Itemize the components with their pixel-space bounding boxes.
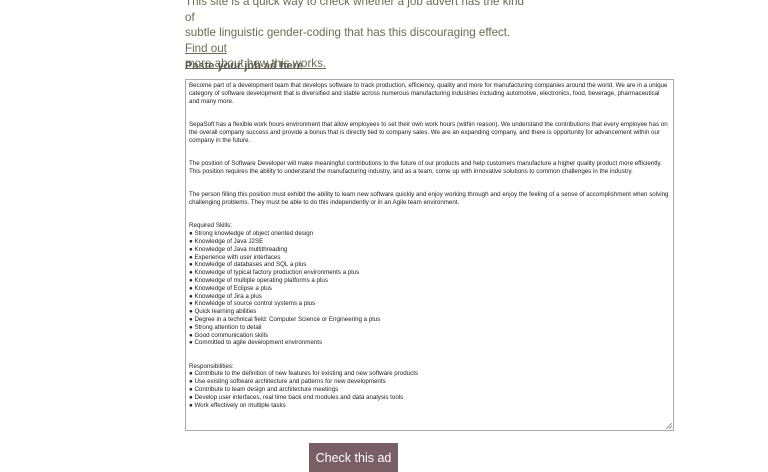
responsibilities-section: Responsibilities: ● Contribute to the de…	[189, 363, 670, 410]
skill-item: ● Good communication skills	[189, 331, 269, 339]
paste-label: Paste your job ad here	[185, 60, 303, 72]
intro-line-1: This site is a quick way to check whethe…	[185, 0, 524, 24]
skill-item: ● Experience with user interfaces	[189, 253, 281, 261]
responsibility-item: ● Contribute to the definition of new fe…	[189, 370, 419, 378]
ad-paragraph: Become part of a development team that d…	[189, 82, 668, 105]
responsibility-item: ● Develop user interfaces, real time bac…	[189, 393, 404, 401]
skill-item: ● Knowledge of Jira a plus	[189, 292, 262, 300]
skill-item: ● Committed to agile development environ…	[189, 339, 323, 347]
skill-item: ● Strong knowledge of object oriented de…	[189, 230, 314, 238]
job-ad-textarea[interactable]: Become part of a development team that d…	[185, 79, 674, 431]
skill-item: ● Knowledge of Java J2SE	[189, 237, 264, 245]
skill-item: ● Quick learning abilities	[189, 308, 257, 316]
responsibility-item: ● Contribute to team design and architec…	[189, 386, 339, 394]
skill-item: ● Degree in a technical field: Computer …	[189, 315, 381, 323]
find-out-more-link[interactable]: Find out	[185, 42, 227, 55]
skill-item: ● Knowledge of databases and SQL a plus	[189, 261, 307, 269]
ad-paragraph: The person filling this position must ex…	[189, 191, 669, 206]
check-ad-button[interactable]: Check this ad	[309, 443, 398, 472]
skill-item: ● Knowledge of Java multithreading	[189, 245, 288, 253]
job-ad-content[interactable]: Become part of a development team that d…	[189, 82, 670, 409]
responsibility-item: ● Work effectively on multiple tasks	[189, 401, 286, 409]
skill-item: ● Knowledge of multiple operating platfo…	[189, 276, 328, 284]
ad-paragraph: The position of Software Developer will …	[189, 159, 662, 175]
skill-item: ● Knowledge of typical factory productio…	[189, 269, 360, 277]
responsibility-item: ● Use existing software architecture and…	[189, 378, 386, 386]
intro-line-2-text: subtle linguistic gender-coding that has…	[185, 26, 511, 39]
intro-line-2: subtle linguistic gender-coding that has…	[185, 25, 530, 56]
skill-item: ● Strong attention to detail	[189, 323, 262, 331]
skill-item: ● Knowledge of Eclipse a plus	[189, 284, 272, 292]
resize-handle-icon[interactable]	[666, 423, 672, 429]
responsibilities-heading: Responsibilities:	[189, 362, 234, 370]
skill-item: ● Knowledge of source control systems a …	[189, 300, 316, 308]
skills-section: Required Skills: ● Strong knowledge of o…	[189, 222, 670, 347]
ad-paragraph: SepaSoft has a flexible work hours envir…	[189, 120, 668, 144]
skills-heading: Required Skills:	[189, 222, 232, 230]
